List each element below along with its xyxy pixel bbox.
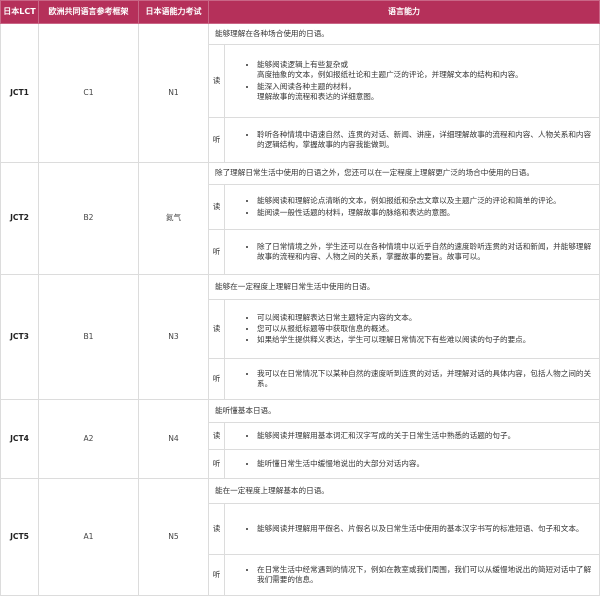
table-row: JCT4 A2 N4 能听懂基本日语。 [0,399,600,479]
reading-label: 读 [208,503,225,555]
listening-list: 能听懂日常生活中缓慢地说出的大部分对话内容。 [227,459,593,469]
jlpt-level: N3 [138,274,209,400]
jlpt-level: N4 [138,399,209,479]
table-row: JCT5 A1 N5 能在一定程度上理解基本的日语。 [0,478,600,596]
listening-item: 聆听各种情境中语速自然、连贯的对话、新闻、讲座，详细理解故事的流程和内容、人物关… [257,130,593,151]
reading-item: 可以阅读和理解表达日常主题特定内容的文本。 [257,313,593,323]
reading-label: 读 [208,44,225,118]
reading-description: 能够阅读并理解用基本词汇和汉字写成的关于日常生活中熟悉的话题的句子。 [224,422,600,450]
listening-item: 在日常生活中经常遇到的情况下，例如在教室或我们周围，我们可以从缓慢地说出的简短对… [257,565,593,586]
listening-item: 能听懂日常生活中缓慢地说出的大部分对话内容。 [257,459,593,469]
reading-item: 能够阅读和理解论点清晰的文本，例如报纸和杂志文章以及主题广泛的评论和简单的评论。 [257,196,593,206]
reading-item: 如果给学生提供释义表达，学生可以理解日常情况下有些难以阅读的句子的要点。 [257,335,593,345]
listening-description: 除了日常情境之外，学生还可以在各种情境中以近乎自然的速度聆听连贯的对话和新闻，并… [224,229,600,275]
header-lct: 日本LCT [0,0,39,24]
listening-list: 在日常生活中经常遇到的情况下，例如在教室或我们周围，我们可以从缓慢地说出的简短对… [227,565,593,586]
reading-item: 能够阅读并理解用基本词汇和汉字写成的关于日常生活中熟悉的话题的句子。 [257,431,593,441]
table-body: JCT1C1N1能够理解在各种场合使用的日语。读能够阅读逻辑上有些复杂或 高度抽… [0,23,600,596]
ability-summary: 除了理解日常生活中使用的日语之外，您还可以在一定程度上理解更广泛的场合中使用的日… [208,162,600,185]
reading-label: 读 [208,422,225,450]
reading-description: 能够阅读和理解论点清晰的文本，例如报纸和杂志文章以及主题广泛的评论和简单的评论。… [224,184,600,230]
listening-description: 能听懂日常生活中缓慢地说出的大部分对话内容。 [224,449,600,479]
reading-list: 能够阅读和理解论点清晰的文本，例如报纸和杂志文章以及主题广泛的评论和简单的评论。… [227,196,593,218]
ability-summary: 能够理解在各种场合使用的日语。 [208,23,600,45]
listening-list: 我可以在日常情况下以某种自然的速度听到连贯的对话，并理解对话的具体内容，包括人物… [227,369,593,390]
ability-summary: 能在一定程度上理解基本的日语。 [208,478,600,504]
listening-item: 除了日常情境之外，学生还可以在各种情境中以近乎自然的速度聆听连贯的对话和新闻，并… [257,242,593,263]
listening-label: 听 [208,358,225,400]
cefr-level: B1 [38,274,139,400]
header-cefr: 欧洲共同语言参考框架 [38,0,139,24]
ability-summary: 能听懂基本日语。 [208,399,600,423]
table-row: JCT3 B1 N3 能够在一定程度上理解日常生活中使用的日语。 [0,274,600,400]
lct-level: JCT1 [0,23,39,163]
reading-description: 可以阅读和理解表达日常主题特定内容的文本。您可以从报纸标题等中获取信息的概述。如… [224,299,600,359]
listening-list: 除了日常情境之外，学生还可以在各种情境中以近乎自然的速度聆听连贯的对话和新闻，并… [227,242,593,263]
reading-list: 可以阅读和理解表达日常主题特定内容的文本。您可以从报纸标题等中获取信息的概述。如… [227,313,593,346]
ability-summary: 能够在一定程度上理解日常生活中使用的日语。 [208,274,600,300]
listening-label: 听 [208,449,225,479]
lct-level: JCT3 [0,274,39,400]
listening-description: 聆听各种情境中语速自然、连贯的对话、新闻、讲座，详细理解故事的流程和内容、人物关… [224,117,600,163]
table-row: JCT1 C1 N1 能够理解在各种场合使用的日语。 [0,23,600,163]
jlpt-level: N1 [138,23,209,163]
reading-label: 读 [208,184,225,230]
listening-list: 聆听各种情境中语速自然、连贯的对话、新闻、讲座，详细理解故事的流程和内容、人物关… [227,130,593,151]
lct-comparison-table: 日本LCT 欧洲共同语言参考框架 日本语能力考试 语言能力 JCT1 C1 N1 能够… [0,0,600,596]
table-row: JCT2 B2 氮气 除了理解日常生活中使用的日语之外，您还可以在一定程度上理解更广泛… [0,162,600,275]
cefr-level: A2 [38,399,139,479]
reading-item: 能够阅读逻辑上有些复杂或 高度抽象的文本，例如报纸社论和主题广泛的评论，并理解文… [257,60,593,81]
lct-level: JCT2 [0,162,39,275]
reading-list: 能够阅读并理解用平假名、片假名以及日常生活中使用的基本汉字书写的标准短语、句子和… [227,524,593,534]
reading-description: 能够阅读并理解用平假名、片假名以及日常生活中使用的基本汉字书写的标准短语、句子和… [224,503,600,555]
reading-item: 能深入阅读各种主题的材料， 理解故事的流程和表达的详细意图。 [257,82,593,103]
jlpt-level: 氮气 [138,162,209,275]
header-ability: 语言能力 [208,0,600,24]
reading-label: 读 [208,299,225,359]
listening-description: 我可以在日常情况下以某种自然的速度听到连贯的对话，并理解对话的具体内容，包括人物… [224,358,600,400]
table-header-row: 日本LCT 欧洲共同语言参考框架 日本语能力考试 语言能力 [0,0,600,24]
listening-item: 我可以在日常情况下以某种自然的速度听到连贯的对话，并理解对话的具体内容，包括人物… [257,369,593,390]
reading-description: 能够阅读逻辑上有些复杂或 高度抽象的文本，例如报纸社论和主题广泛的评论，并理解文… [224,44,600,118]
cefr-level: B2 [38,162,139,275]
reading-item: 能阅读一般性话题的材料，理解故事的脉络和表达的意图。 [257,208,593,218]
reading-list: 能够阅读逻辑上有些复杂或 高度抽象的文本，例如报纸社论和主题广泛的评论，并理解文… [227,60,593,102]
lct-level: JCT4 [0,399,39,479]
reading-item: 能够阅读并理解用平假名、片假名以及日常生活中使用的基本汉字书写的标准短语、句子和… [257,524,593,534]
reading-list: 能够阅读并理解用基本词汇和汉字写成的关于日常生活中熟悉的话题的句子。 [227,431,593,441]
listening-label: 听 [208,117,225,163]
reading-item: 您可以从报纸标题等中获取信息的概述。 [257,324,593,334]
listening-description: 在日常生活中经常遇到的情况下，例如在教室或我们周围，我们可以从缓慢地说出的简短对… [224,554,600,596]
header-jlpt: 日本语能力考试 [138,0,209,24]
listening-label: 听 [208,229,225,275]
listening-label: 听 [208,554,225,596]
cefr-level: C1 [38,23,139,163]
